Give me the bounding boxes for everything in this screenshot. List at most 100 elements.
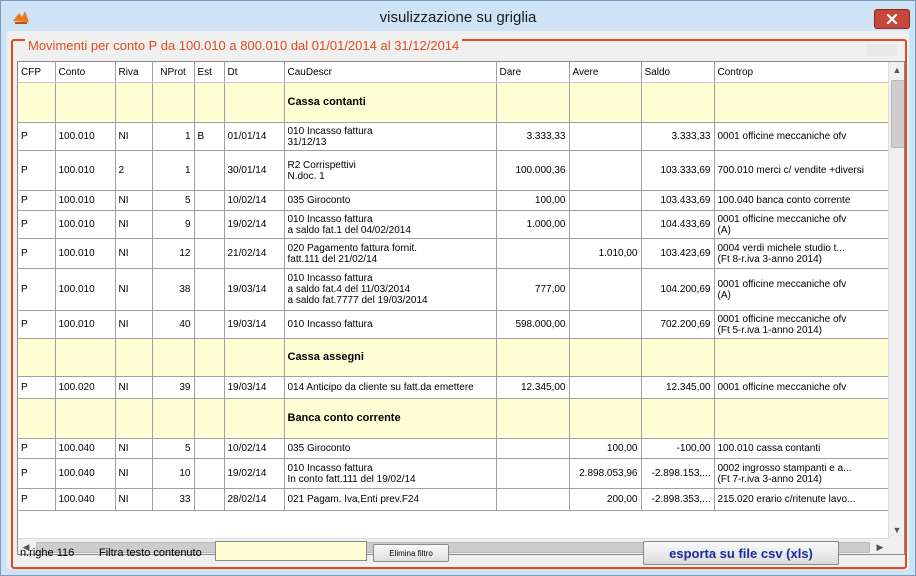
cell-avere	[569, 190, 642, 211]
cell-line: 020 Pagamento fattura fornit.	[287, 242, 418, 254]
cell-saldo: 104.200,69	[641, 268, 715, 311]
cell-dare: 3.333,33	[496, 122, 570, 151]
cell-conto: 100.010	[55, 268, 116, 311]
cell-caudescr: 035 Giroconto	[284, 438, 497, 459]
group-label: Cassa contanti	[284, 82, 497, 123]
vertical-scroll-thumb[interactable]	[891, 80, 904, 148]
scroll-up-arrow-icon[interactable]: ▲	[889, 62, 904, 78]
cell-conto: 100.010	[55, 238, 116, 269]
column-header[interactable]: CFP	[18, 62, 56, 83]
cell-line: 014 Anticipo da cliente su fatt.da emett…	[287, 382, 474, 393]
group-cell	[641, 398, 715, 439]
vertical-scrollbar[interactable]: ▲ ▼	[888, 62, 904, 538]
cell-controp: 0001 officine meccaniche ofv (Ft 5-r.iva …	[714, 310, 889, 339]
cell-est	[194, 458, 225, 489]
cell-line: 0001 officine meccaniche ofv	[717, 131, 847, 142]
cell-conto: 100.040	[55, 438, 116, 459]
cell-dt: 19/02/14	[224, 210, 285, 239]
table-row[interactable]: P 100.010 NI 1 B 01/01/14 010 Incasso fattura …	[18, 122, 889, 151]
cell-line: 0001 officine meccaniche ofv	[717, 313, 847, 325]
column-header[interactable]: NProt	[152, 62, 195, 83]
table-row[interactable]: P 100.020 NI 39 19/03/14 014 Anticipo da clie…	[18, 376, 889, 399]
cell-nprot: 12	[152, 238, 195, 269]
cell-avere	[569, 210, 642, 239]
cell-riva: NI	[115, 458, 153, 489]
cell-caudescr: 020 Pagamento fattura fornit. fatt.111 de…	[284, 238, 497, 269]
group-cell	[714, 338, 889, 377]
table-row[interactable]: P 100.010 2 1 30/01/14 R2 Corrispettivi N.doc.…	[18, 150, 889, 191]
cell-saldo: 3.333,33	[641, 122, 715, 151]
filter-input[interactable]	[215, 541, 367, 561]
minimize-button[interactable]	[867, 44, 897, 56]
group-cell	[569, 82, 642, 123]
cell-controp: 0001 officine meccaniche ofv	[714, 122, 889, 151]
cell-nprot: 10	[152, 458, 195, 489]
cell-saldo: 12.345,00	[641, 376, 715, 399]
column-header[interactable]: Controp	[714, 62, 889, 83]
cell-dt: 28/02/14	[224, 488, 285, 511]
column-header[interactable]: Conto	[55, 62, 116, 83]
cell-line: 0004 verdi michele studio t...	[717, 242, 845, 254]
column-header[interactable]: Riva	[115, 62, 153, 83]
scroll-down-arrow-icon[interactable]: ▼	[889, 522, 904, 538]
export-csv-button[interactable]: esporta su file csv (xls)	[643, 541, 839, 565]
column-header[interactable]: CauDescr	[284, 62, 497, 83]
clear-filter-button[interactable]: Elimina filtro	[373, 544, 449, 562]
cell-cfp: P	[18, 438, 56, 459]
cell-dt: 21/02/14	[224, 238, 285, 269]
cell-est	[194, 190, 225, 211]
close-button[interactable]	[874, 9, 910, 29]
table-row[interactable]: P 100.040 NI 33 28/02/14 021 Pagam. Iva,Enti …	[18, 488, 889, 511]
group-cell	[115, 398, 153, 439]
cell-avere	[569, 376, 642, 399]
cell-est	[194, 238, 225, 269]
cell-est	[194, 268, 225, 311]
cell-line: 0002 ingrosso stampanti e a...	[717, 462, 852, 474]
column-header[interactable]: Avere	[569, 62, 642, 83]
cell-line: R2 Corrispettivi	[287, 159, 356, 171]
cell-est	[194, 438, 225, 459]
title-bar: visulizzazione su griglia	[1, 1, 915, 33]
cell-saldo: 103.333,69	[641, 150, 715, 191]
cell-line: 31/12/13	[287, 136, 327, 148]
cell-avere	[569, 122, 642, 151]
cell-est	[194, 310, 225, 339]
column-header[interactable]: Dare	[496, 62, 570, 83]
cell-nprot: 40	[152, 310, 195, 339]
cell-conto: 100.010	[55, 210, 116, 239]
column-header[interactable]: Saldo	[641, 62, 715, 83]
table-row[interactable]: P 100.010 NI 12 21/02/14 020 Pagamento fattur…	[18, 238, 889, 269]
cell-dare	[496, 488, 570, 511]
cell-saldo: 103.433,69	[641, 190, 715, 211]
cell-conto: 100.040	[55, 458, 116, 489]
table-row[interactable]: P 100.010 NI 40 19/03/14 010 Incasso fattura 5…	[18, 310, 889, 339]
group-label: Cassa assegni	[284, 338, 497, 377]
cell-line: 035 Giroconto	[287, 195, 351, 206]
group-cell	[496, 338, 570, 377]
group-row[interactable]: Cassa contanti	[18, 82, 889, 123]
data-grid[interactable]: CFP Conto Riva NProt Est Dt CauDescr Dare Avere S…	[17, 61, 905, 555]
cell-line: a saldo fat.1 del 04/02/2014	[287, 224, 411, 236]
table-row[interactable]: P 100.010 NI 9 19/02/14 010 Incasso fattura a …	[18, 210, 889, 239]
group-row[interactable]: Cassa assegni	[18, 338, 889, 377]
cell-line: 100.040 banca conto corrente	[717, 195, 851, 206]
cell-line: (Ft 5-r.iva 1-anno 2014)	[717, 324, 823, 336]
column-header[interactable]: Dt	[224, 62, 285, 83]
cell-controp: 0004 verdi michele studio t... (Ft 8-r.iv…	[714, 238, 889, 269]
group-cell	[641, 338, 715, 377]
cell-dare: 100,00	[496, 190, 570, 211]
table-row[interactable]: P 100.040 NI 5 10/02/14 035 Giroconto 100,00 -1…	[18, 438, 889, 459]
table-row[interactable]: P 100.040 NI 10 19/02/14 010 Incasso fattura …	[18, 458, 889, 489]
column-header[interactable]: Est	[194, 62, 225, 83]
table-row[interactable]: P 100.010 NI 38 19/03/14 010 Incasso fattura a…	[18, 268, 889, 311]
close-icon	[886, 13, 898, 25]
table-row[interactable]: P 100.010 NI 5 10/02/14 035 Giroconto 100,00 10…	[18, 190, 889, 211]
group-row[interactable]: Banca conto corrente	[18, 398, 889, 439]
cell-line: In conto fatt.111 del 19/02/14	[287, 473, 416, 485]
cell-line: (A)	[717, 224, 731, 236]
cell-line: a saldo fat.7777 del 19/03/2014	[287, 295, 428, 306]
cell-avere	[569, 268, 642, 311]
cell-caudescr: 010 Incasso fattura a saldo fat.4 del 11/…	[284, 268, 497, 311]
cell-riva: NI	[115, 376, 153, 399]
cell-line: (Ft 8-r.iva 3-anno 2014)	[717, 253, 823, 265]
